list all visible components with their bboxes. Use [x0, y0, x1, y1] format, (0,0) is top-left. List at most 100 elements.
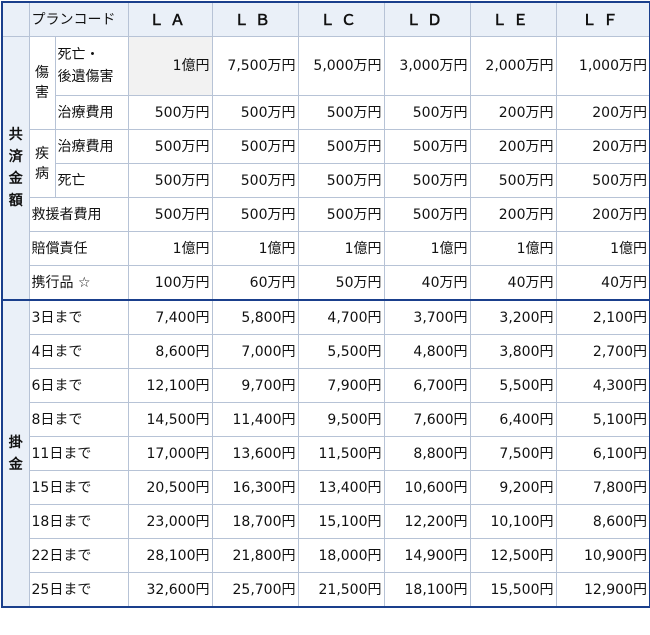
row-label: 6日まで — [28, 368, 129, 403]
cell-value: 200万円 — [469, 197, 557, 232]
cell-value: 20,500円 — [127, 470, 213, 505]
cell-value: 16,300円 — [211, 470, 299, 505]
cell-value: 5,500円 — [469, 368, 557, 403]
row-label: 賠償責任 — [28, 231, 129, 266]
plan-header-lb: ＬＢ — [211, 1, 299, 37]
row-label: 25日まで — [28, 572, 129, 608]
cell-value: 500万円 — [297, 95, 385, 130]
cell-value: 21,800円 — [211, 538, 299, 573]
plan-header-la: ＬＡ — [127, 1, 213, 37]
row-label: 治療費用 — [54, 95, 129, 130]
cell-value: 12,200円 — [383, 504, 471, 539]
cell-value: 50万円 — [297, 265, 385, 301]
kyosai-row-shippei-shibo: 死亡 500万円 500万円 500万円 500万円 500万円 500万円 — [2, 163, 650, 198]
cell-value: 500万円 — [383, 95, 471, 130]
cell-value: 500万円 — [211, 163, 299, 198]
cell-value: 200万円 — [469, 129, 557, 164]
cell-value: 60万円 — [211, 265, 299, 301]
cell-value: 21,500円 — [297, 572, 385, 608]
cell-value: 500万円 — [211, 95, 299, 130]
plan-header-ld: ＬＤ — [383, 1, 471, 37]
cell-value: 500万円 — [211, 129, 299, 164]
cell-value: 1億円 — [383, 231, 471, 266]
plan-header-lc: ＬＣ — [297, 1, 385, 37]
corner-label: プランコード — [28, 1, 129, 37]
row-label: 8日まで — [28, 402, 129, 437]
cell-value: 4,300円 — [555, 368, 650, 403]
kyosai-section-label: 共 済 金 額 — [1, 36, 30, 301]
cell-value: 23,000円 — [127, 504, 213, 539]
cell-value: 200万円 — [555, 197, 650, 232]
cell-value: 4,700円 — [297, 299, 385, 335]
kakekin-row: 22日まで 28,100円 21,800円 18,000円 14,900円 12… — [2, 538, 650, 573]
row-label: 死亡・ 後遺傷害 — [54, 36, 129, 96]
cell-value: 500万円 — [211, 197, 299, 232]
cell-value: 18,700円 — [211, 504, 299, 539]
row-label: 死亡 — [54, 163, 129, 198]
kakekin-row: 15日まで 20,500円 16,300円 13,400円 10,600円 9,… — [2, 470, 650, 505]
cell-value: 200万円 — [555, 95, 650, 130]
cell-value: 40万円 — [383, 265, 471, 301]
cell-value: 100万円 — [127, 265, 213, 301]
cell-value: 500万円 — [383, 163, 471, 198]
kakekin-row: 11日まで 17,000円 13,600円 11,500円 8,800円 7,5… — [2, 436, 650, 471]
cell-value: 17,000円 — [127, 436, 213, 471]
plan-header-le: ＬＥ — [469, 1, 557, 37]
cell-value: 8,600円 — [127, 334, 213, 369]
shogai-group-label: 傷 害 — [28, 36, 56, 130]
kyosai-row-shippei-chiryo: 疾 病 治療費用 500万円 500万円 500万円 500万円 200万円 2… — [2, 129, 650, 198]
cell-value: 11,500円 — [297, 436, 385, 471]
cell-value: 25,700円 — [211, 572, 299, 608]
cell-value: 12,100円 — [127, 368, 213, 403]
row-label: 3日まで — [28, 299, 129, 335]
cell-value: 500万円 — [555, 163, 650, 198]
cell-value: 7,400円 — [127, 299, 213, 335]
cell-value: 15,500円 — [469, 572, 557, 608]
cell-value: 14,500円 — [127, 402, 213, 437]
cell-value: 18,100円 — [383, 572, 471, 608]
cell-value: 10,600円 — [383, 470, 471, 505]
kyosai-row-kyuensha: 救援者費用 500万円 500万円 500万円 500万円 200万円 200万… — [2, 197, 650, 232]
kakekin-row: 掛 金 3日まで 7,400円 5,800円 4,700円 3,700円 3,2… — [1, 299, 650, 608]
cell-value: 9,700円 — [211, 368, 299, 403]
cell-value: 32,600円 — [127, 572, 213, 608]
cell-value: 7,000円 — [211, 334, 299, 369]
cell-value: 5,500円 — [297, 334, 385, 369]
row-label: 22日まで — [28, 538, 129, 573]
cell-value: 15,100円 — [297, 504, 385, 539]
cell-value: 6,100円 — [555, 436, 650, 471]
cell-value: 12,500円 — [469, 538, 557, 573]
plan-header-lf: ＬＦ — [555, 1, 650, 37]
shippei-group-label: 疾 病 — [28, 129, 56, 198]
cell-value: 8,600円 — [555, 504, 650, 539]
kakekin-row: 8日まで 14,500円 11,400円 9,500円 7,600円 6,400… — [2, 402, 650, 437]
cell-value: 10,900円 — [555, 538, 650, 573]
cell-value: 7,800円 — [555, 470, 650, 505]
cell-value: 7,500万円 — [211, 36, 299, 96]
cell-value: 12,900円 — [555, 572, 650, 608]
cell-value: 8,800円 — [383, 436, 471, 471]
header-row: プランコード ＬＡ ＬＢ ＬＣ ＬＤ ＬＥ ＬＦ — [1, 1, 650, 37]
cell-value: 500万円 — [383, 197, 471, 232]
cell-value: 13,400円 — [297, 470, 385, 505]
cell-value: 500万円 — [469, 163, 557, 198]
cell-value: 7,900円 — [297, 368, 385, 403]
cell-value: 1億円 — [211, 231, 299, 266]
cell-value: 9,500円 — [297, 402, 385, 437]
cell-value: 11,400円 — [211, 402, 299, 437]
kyosai-row-shogai-chiryo: 治療費用 500万円 500万円 500万円 500万円 200万円 200万円 — [2, 95, 650, 130]
cell-value: 4,800円 — [383, 334, 471, 369]
cell-value: 28,100円 — [127, 538, 213, 573]
cell-value: 2,100円 — [555, 299, 650, 335]
cell-value: 200万円 — [555, 129, 650, 164]
kyosai-row-shibo-kouishogai: 共 済 金 額 傷 害 死亡・ 後遺傷害 1億円 7,500万円 5,000万円… — [1, 36, 650, 301]
cell-value: 500万円 — [127, 129, 213, 164]
cell-value: 9,200円 — [469, 470, 557, 505]
cell-value: 200万円 — [469, 95, 557, 130]
kakekin-row: 6日まで 12,100円 9,700円 7,900円 6,700円 5,500円… — [2, 368, 650, 403]
cell-value: 6,700円 — [383, 368, 471, 403]
row-label: 救援者費用 — [28, 197, 129, 232]
cell-value: 3,000万円 — [383, 36, 471, 96]
cell-value: 500万円 — [297, 197, 385, 232]
corner-blank — [1, 1, 30, 37]
